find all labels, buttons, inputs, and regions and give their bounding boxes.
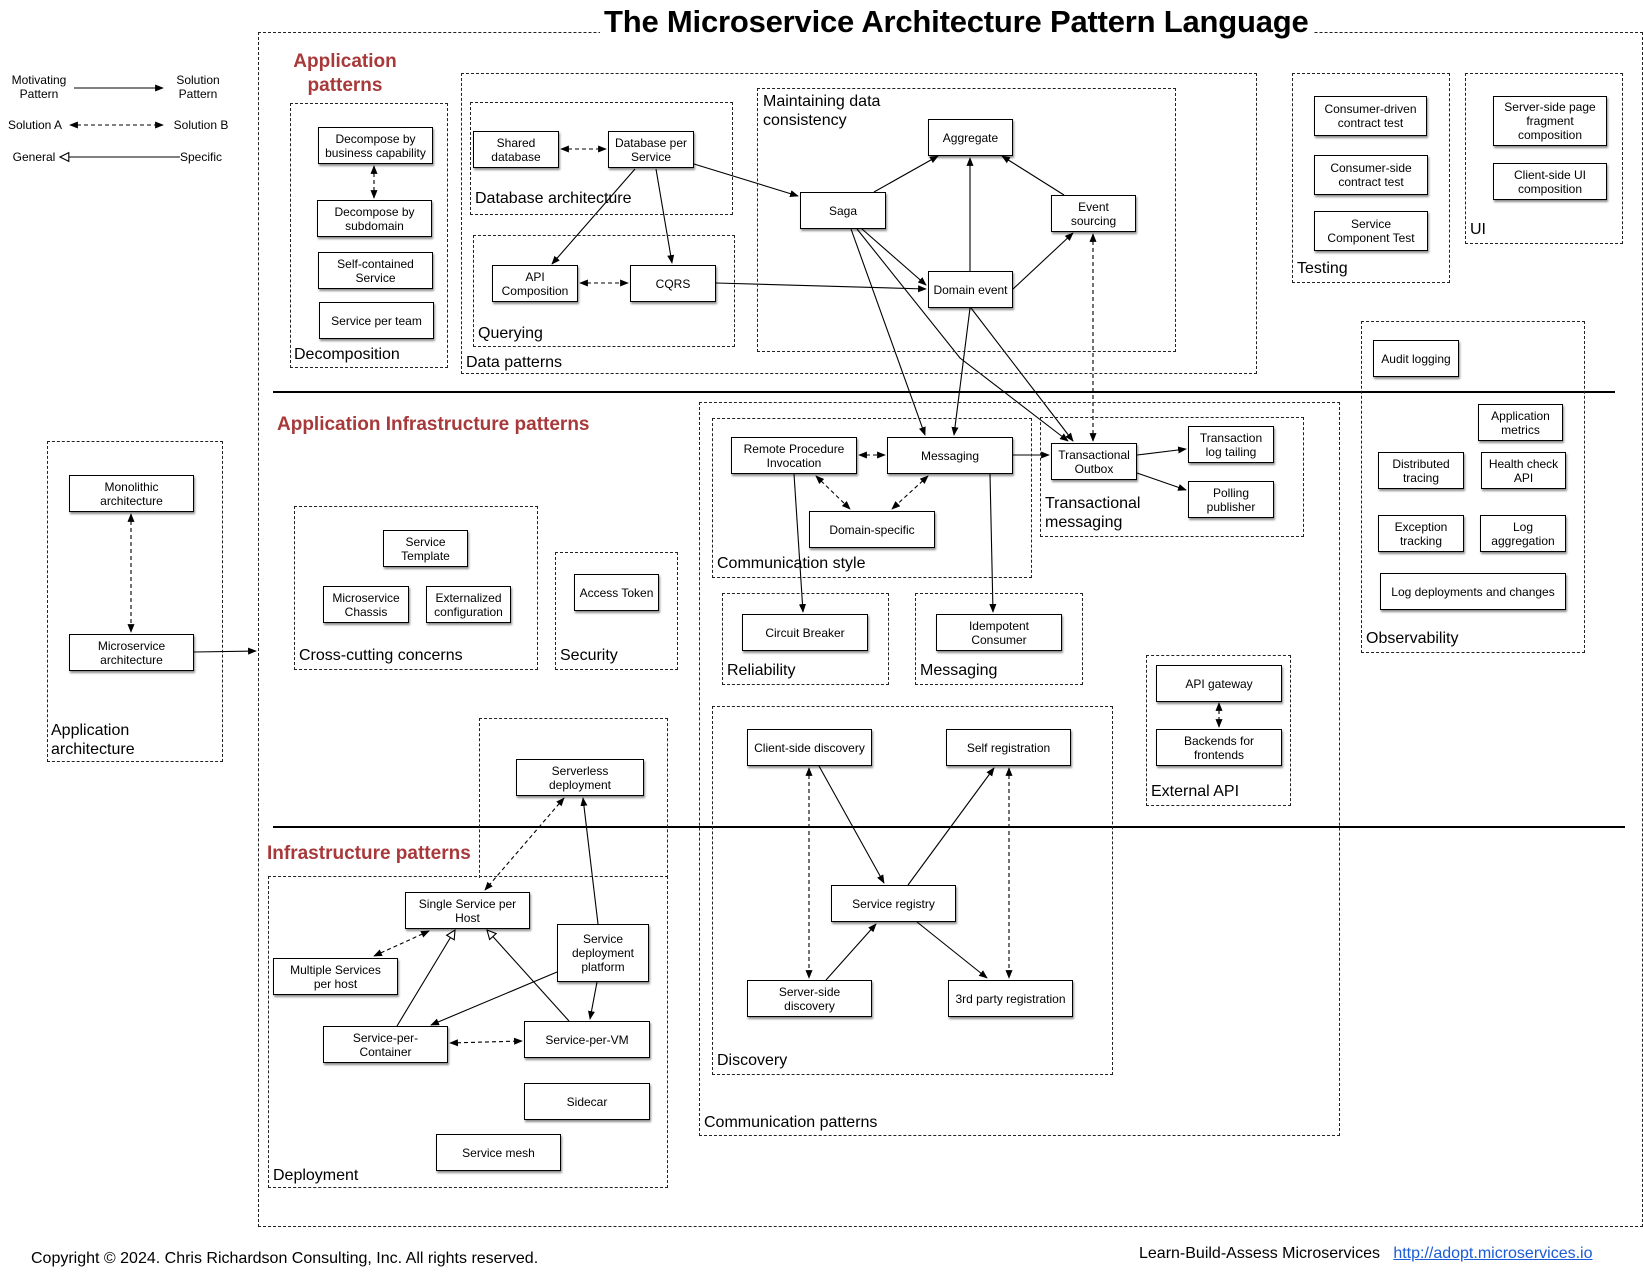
- footer-tagline: Learn-Build-Assess Microservices http://…: [1139, 1245, 1593, 1263]
- legend-motivating: Motivating Pattern: [11, 73, 67, 101]
- node-sidecar[interactable]: Sidecar: [524, 1083, 650, 1120]
- legend-solution-b: Solution B: [173, 118, 229, 132]
- node-externalized-configuration[interactable]: Externalized configuration: [426, 586, 511, 623]
- node-serverless-deployment[interactable]: Serverless deployment: [516, 759, 644, 796]
- node-service-per-team[interactable]: Service per team: [319, 302, 434, 339]
- node-audit-logging[interactable]: Audit logging: [1373, 340, 1459, 377]
- node-aggregate[interactable]: Aggregate: [928, 119, 1013, 156]
- node-exception-tracking[interactable]: Exception tracking: [1378, 515, 1464, 552]
- group-deployment-upper: [479, 718, 668, 878]
- node-service-deployment-platform[interactable]: Service deployment platform: [557, 924, 649, 982]
- node-cqrs[interactable]: CQRS: [630, 265, 716, 302]
- node-3rd-party-registration[interactable]: 3rd party registration: [948, 980, 1073, 1017]
- node-server-side-discovery[interactable]: Server-side discovery: [747, 980, 872, 1017]
- node-shared-database[interactable]: Shared database: [473, 131, 559, 168]
- legend-specific: Specific: [179, 150, 223, 164]
- section-infrastructure-patterns: Infrastructure patterns: [267, 842, 477, 866]
- node-monolithic-architecture[interactable]: Monolithic architecture: [69, 475, 194, 512]
- node-decompose-by-business-capability[interactable]: Decompose by business capability: [318, 127, 433, 164]
- node-single-service-per-host[interactable]: Single Service per Host: [405, 892, 530, 929]
- node-api-gateway[interactable]: API gateway: [1156, 665, 1282, 702]
- node-idempotent-consumer[interactable]: Idempotent Consumer: [936, 614, 1062, 651]
- node-service-template[interactable]: Service Template: [383, 530, 468, 567]
- node-transactional-outbox[interactable]: Transactional Outbox: [1051, 443, 1137, 480]
- node-consumer-side-contract-test[interactable]: Consumer-side contract test: [1314, 155, 1428, 195]
- node-service-per-container[interactable]: Service-per- Container: [323, 1026, 448, 1063]
- node-remote-procedure-invocation[interactable]: Remote Procedure Invocation: [731, 437, 857, 474]
- node-circuit-breaker[interactable]: Circuit Breaker: [742, 614, 868, 651]
- node-log-deployments-and-changes[interactable]: Log deployments and changes: [1380, 573, 1566, 610]
- node-polling-publisher[interactable]: Polling publisher: [1188, 481, 1274, 518]
- node-access-token[interactable]: Access Token: [574, 574, 659, 611]
- tagline-text: Learn-Build-Assess Microservices: [1139, 1245, 1380, 1262]
- node-service-per-vm[interactable]: Service-per-VM: [524, 1021, 650, 1058]
- node-microservice-architecture[interactable]: Microservice architecture: [69, 634, 194, 671]
- adopt-microservices-link[interactable]: http://adopt.microservices.io: [1393, 1245, 1592, 1262]
- node-client-side-discovery[interactable]: Client-side discovery: [747, 729, 872, 766]
- node-database-per-service[interactable]: Database per Service: [608, 131, 694, 168]
- node-api-composition[interactable]: API Composition: [492, 265, 578, 302]
- section-application-patterns: Application patterns: [293, 51, 397, 96]
- node-distributed-tracing[interactable]: Distributed tracing: [1378, 452, 1464, 489]
- legend-general: General: [12, 150, 56, 164]
- page-title: The Microservice Architecture Pattern La…: [600, 4, 1313, 40]
- group-security: Security: [555, 552, 678, 670]
- node-decompose-by-subdomain[interactable]: Decompose by subdomain: [317, 200, 432, 237]
- node-health-check-api[interactable]: Health check API: [1481, 452, 1566, 489]
- node-microservice-chassis[interactable]: Microservice Chassis: [323, 586, 409, 623]
- node-service-registry[interactable]: Service registry: [831, 885, 956, 922]
- node-log-aggregation[interactable]: Log aggregation: [1480, 515, 1566, 552]
- node-saga[interactable]: Saga: [800, 192, 886, 229]
- node-backends-for-frontends[interactable]: Backends for frontends: [1156, 729, 1282, 766]
- node-messaging[interactable]: Messaging: [887, 437, 1013, 474]
- legend-solution-a: Solution A: [7, 118, 63, 132]
- node-self-registration[interactable]: Self registration: [946, 729, 1071, 766]
- node-application-metrics[interactable]: Application metrics: [1478, 404, 1563, 441]
- legend-solution: Solution Pattern: [176, 73, 220, 101]
- node-transaction-log-tailing[interactable]: Transaction log tailing: [1188, 426, 1274, 463]
- node-service-component-test[interactable]: Service Component Test: [1314, 211, 1428, 251]
- node-domain-event[interactable]: Domain event: [928, 271, 1013, 308]
- node-service-mesh[interactable]: Service mesh: [436, 1134, 561, 1171]
- node-client-side-ui-composition[interactable]: Client-side UI composition: [1493, 163, 1607, 200]
- node-server-side-page-fragment-composition[interactable]: Server-side page fragment composition: [1493, 96, 1607, 146]
- node-domain-specific[interactable]: Domain-specific: [809, 511, 935, 548]
- section-app-infrastructure-patterns: Application Infrastructure patterns: [277, 414, 590, 435]
- copyright-notice: Copyright © 2024. Chris Richardson Consu…: [31, 1250, 539, 1267]
- node-consumer-driven-contract-test[interactable]: Consumer-driven contract test: [1314, 96, 1427, 136]
- node-self-contained-service[interactable]: Self-contained Service: [318, 252, 433, 289]
- node-event-sourcing[interactable]: Event sourcing: [1051, 195, 1136, 232]
- node-multiple-services-per-host[interactable]: Multiple Services per host: [273, 958, 398, 995]
